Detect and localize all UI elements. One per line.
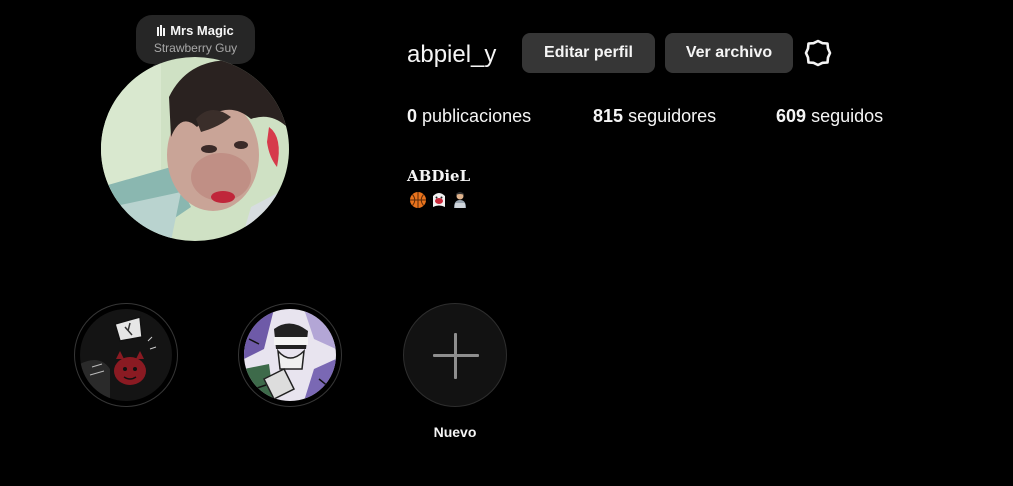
profile-page: Mrs Magic Strawberry Guy abpiel_y Editar… — [0, 0, 1013, 486]
profile-avatar[interactable] — [101, 57, 289, 241]
story-highlight[interactable] — [238, 303, 342, 407]
stat-posts: 0 publicaciones — [407, 104, 531, 128]
stat-followers[interactable]: 815 seguidores — [593, 104, 716, 128]
ghost-face-icon — [433, 193, 445, 207]
stat-following[interactable]: 609 seguidos — [776, 104, 883, 128]
gear-icon[interactable] — [803, 38, 833, 68]
highlight-cover — [244, 309, 336, 401]
technologist-icon — [454, 192, 466, 208]
bio-emojis — [409, 191, 469, 211]
posts-count: 0 — [407, 106, 418, 126]
profile-username: abpiel_y — [407, 41, 497, 68]
followers-count: 815 — [593, 106, 624, 126]
posts-label: publicaciones — [422, 106, 532, 126]
edit-profile-button[interactable]: Editar perfil — [522, 33, 655, 73]
music-bars-icon — [157, 24, 166, 37]
new-highlight-button[interactable] — [403, 303, 507, 407]
followers-label: seguidores — [628, 106, 717, 126]
avatar-photo — [101, 57, 289, 241]
following-count: 609 — [776, 106, 807, 126]
profile-display-name: ABDieL — [407, 167, 471, 185]
note-artist: Strawberry Guy — [153, 41, 238, 55]
following-label: seguidos — [811, 106, 884, 126]
view-archive-button[interactable]: Ver archivo — [665, 33, 793, 73]
highlight-cover — [80, 309, 172, 401]
basketball-icon — [410, 192, 426, 208]
story-highlight[interactable] — [74, 303, 178, 407]
note-song-title: Mrs Magic — [170, 23, 234, 38]
new-highlight-label: Nuevo — [433, 424, 477, 440]
